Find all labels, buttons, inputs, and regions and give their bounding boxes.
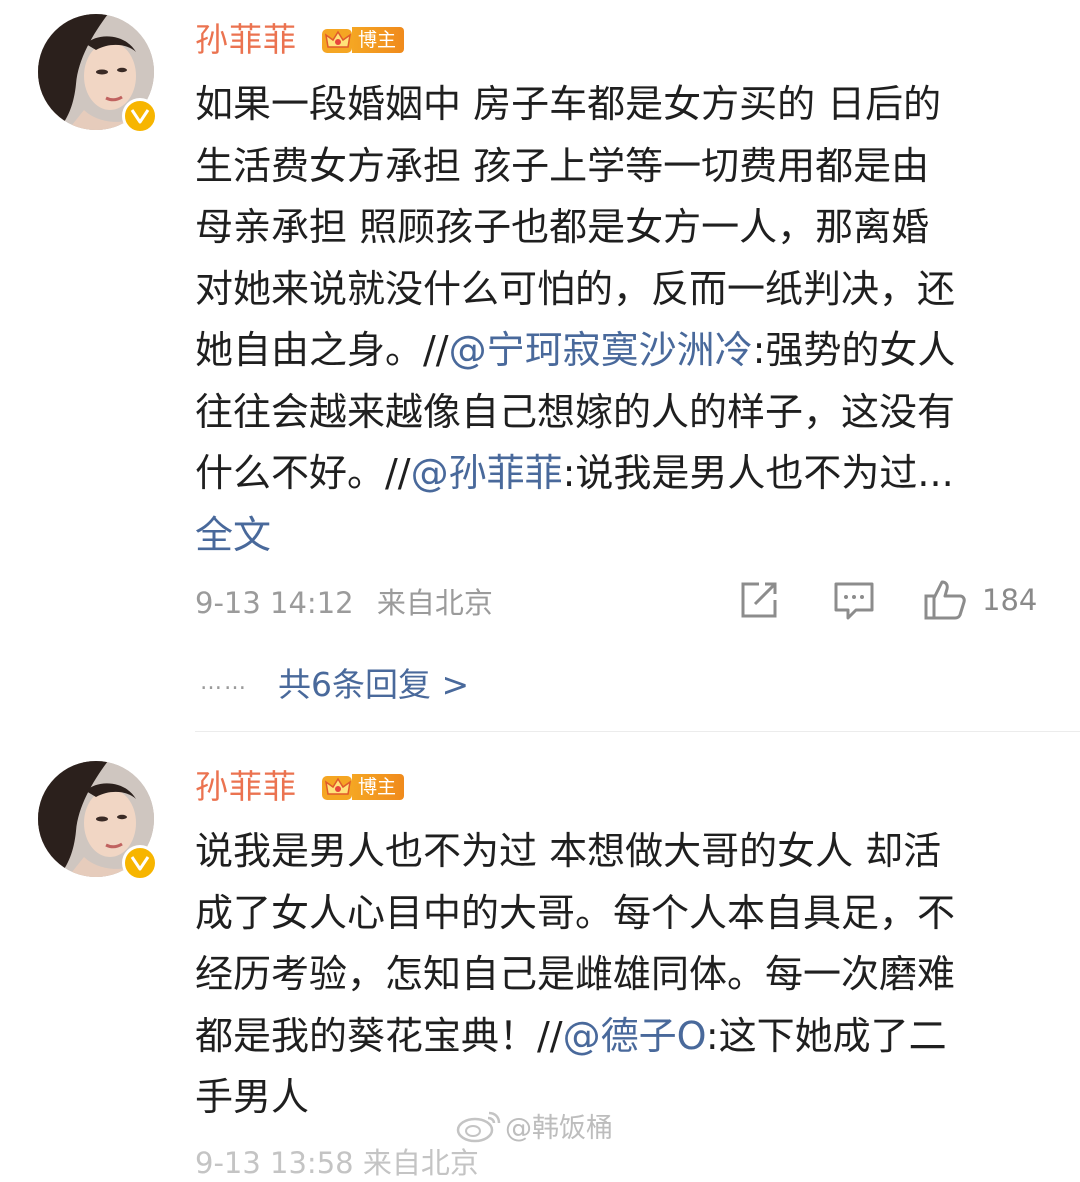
- blogger-badge: 博主: [320, 772, 405, 802]
- verified-icon: [122, 845, 158, 881]
- comment-text: 说我是男人也不为过 本想做大哥的女人 却活 成了女人心目中的大哥。每个人本自具足…: [195, 821, 1055, 1129]
- crown-icon: [322, 776, 352, 800]
- mention-link[interactable]: @德子O: [563, 1014, 706, 1058]
- text-line: 都是我的葵花宝典！//: [195, 1013, 563, 1058]
- text-line: 手男人: [195, 1075, 310, 1119]
- comment-2: 孙菲菲 博主 说我是男人也不为过 本想做大哥的女人 却活 成了女人心目中的大哥。…: [0, 0, 1080, 1180]
- text-line: :这下她成了二: [705, 1013, 947, 1058]
- watermark: @韩饭桶: [455, 1106, 613, 1145]
- text-line: 说我是男人也不为过 本想做大哥的女人 却活: [195, 829, 942, 873]
- weibo-logo-icon: [456, 1111, 501, 1142]
- comment-meta: 9-13 13:58 来自北京: [195, 1146, 479, 1180]
- watermark-text: @韩饭桶: [505, 1113, 613, 1144]
- badge-label: 博主: [352, 774, 405, 800]
- author-name[interactable]: 孙菲菲: [195, 767, 297, 807]
- text-line: 经历考验，怎知自己是雌雄同体。每一次磨难: [195, 952, 956, 996]
- text-line: 成了女人心目中的大哥。每个人本自具足，不: [195, 890, 956, 935]
